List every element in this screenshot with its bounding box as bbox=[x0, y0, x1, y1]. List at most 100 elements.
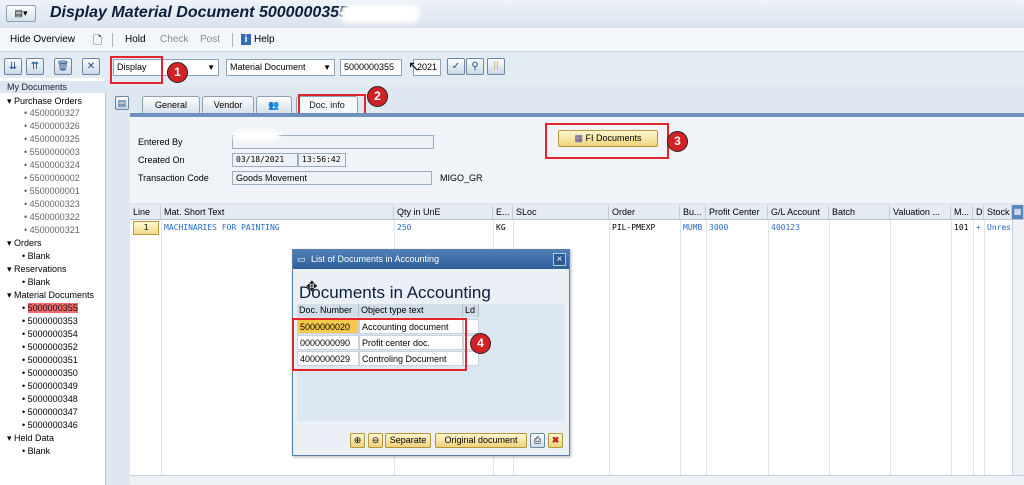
redacted-area bbox=[340, 5, 420, 23]
tree-leaf[interactable]: • 5000000354 bbox=[0, 329, 78, 339]
horizontal-scrollbar[interactable] bbox=[130, 475, 1024, 485]
document-number-input[interactable]: 5000000355 bbox=[340, 59, 402, 76]
check-button[interactable]: Check bbox=[160, 34, 188, 45]
tab-vendor[interactable]: Vendor bbox=[202, 96, 254, 113]
tree-leaf[interactable]: • 5500000003 bbox=[0, 147, 80, 157]
tree-leaf[interactable]: • 5000000346 bbox=[0, 420, 78, 430]
col-header[interactable]: E... bbox=[493, 205, 513, 220]
zoom-in-icon[interactable]: ⊕ bbox=[350, 433, 365, 448]
close-icon[interactable]: × bbox=[553, 253, 566, 266]
collapse-icon[interactable]: ⇈ bbox=[26, 58, 44, 75]
tab-general[interactable]: General bbox=[142, 96, 200, 113]
valuation-cell[interactable] bbox=[890, 220, 951, 236]
tree-leaf[interactable]: • 4500000324 bbox=[0, 160, 80, 170]
business-area-cell[interactable]: MUMB bbox=[680, 220, 706, 236]
table-settings-icon[interactable]: ▦ bbox=[1012, 205, 1024, 220]
tree-node-purchase-orders[interactable]: ▾ Purchase Orders bbox=[0, 96, 82, 107]
sloc-cell[interactable] bbox=[513, 220, 609, 236]
tree-leaf[interactable]: • 5000000350 bbox=[0, 368, 78, 378]
new-document-icon[interactable]: 🗋 bbox=[93, 32, 102, 51]
tree-leaf[interactable]: • Blank bbox=[0, 277, 50, 287]
delete-icon[interactable]: 🗑 bbox=[54, 58, 72, 75]
col-header[interactable]: Ld bbox=[463, 304, 479, 317]
col-header[interactable]: Mat. Short Text bbox=[161, 205, 394, 220]
help-icon[interactable]: i bbox=[241, 34, 251, 45]
tree-leaf[interactable]: • 4500000325 bbox=[0, 134, 80, 144]
stock-type-cell[interactable]: Unres bbox=[984, 220, 1012, 236]
col-header[interactable]: Line bbox=[130, 205, 161, 220]
movement-type-cell[interactable]: 101 bbox=[951, 220, 973, 236]
tree-leaf[interactable]: • 5000000353 bbox=[0, 316, 78, 326]
help-button[interactable]: Help bbox=[254, 34, 275, 45]
col-header[interactable]: Qty in UnE bbox=[394, 205, 493, 220]
col-header[interactable]: Bu... bbox=[680, 205, 706, 220]
tree-node-orders[interactable]: ▾ Orders bbox=[0, 238, 42, 249]
debit-credit-cell[interactable]: + bbox=[973, 220, 984, 236]
callout-box-fi-documents bbox=[545, 123, 669, 159]
documents-sidebar: My Documents ▾ Purchase Orders • 4500000… bbox=[0, 78, 106, 485]
document-type-select[interactable]: Material Document ▼ bbox=[226, 59, 335, 76]
tree-node-material-documents[interactable]: ▾ Material Documents bbox=[0, 290, 94, 301]
created-on-label: Created On bbox=[138, 155, 185, 165]
find-icon[interactable]: ⚲ bbox=[466, 58, 484, 75]
col-header[interactable]: M... bbox=[951, 205, 973, 220]
col-header[interactable]: SLoc bbox=[513, 205, 609, 220]
col-header[interactable]: Object type text bbox=[359, 304, 463, 317]
entered-by-label: Entered By bbox=[138, 137, 183, 147]
callout-number: 2 bbox=[367, 86, 388, 107]
header-toggle-icon[interactable]: ▤ bbox=[115, 96, 129, 110]
tree-leaf-selected[interactable]: • 5000000355 bbox=[0, 303, 78, 313]
execute-icon[interactable]: ✓ bbox=[447, 58, 465, 75]
tree-leaf[interactable]: • 5500000002 bbox=[0, 173, 80, 183]
col-header[interactable]: G/L Account bbox=[768, 205, 829, 220]
transaction-text-field: Goods Movement bbox=[232, 171, 432, 185]
profit-center-cell[interactable]: 3000 bbox=[706, 220, 768, 236]
original-document-button[interactable]: Original document bbox=[435, 433, 527, 448]
tree-leaf[interactable]: • 4500000323 bbox=[0, 199, 80, 209]
vertical-scrollbar[interactable] bbox=[1012, 220, 1024, 475]
col-header[interactable]: Doc. Number bbox=[297, 304, 359, 317]
col-header[interactable]: Valuation ... bbox=[890, 205, 951, 220]
sap-menu-icon[interactable]: ▤▾ bbox=[6, 5, 36, 22]
tree-leaf[interactable]: • 4500000327 bbox=[0, 108, 80, 118]
quantity-cell[interactable]: 250 bbox=[394, 220, 493, 236]
callout-box-mode bbox=[110, 56, 163, 84]
tree-leaf[interactable]: • 4500000321 bbox=[0, 225, 80, 235]
tab-partners[interactable]: 👥 bbox=[256, 96, 292, 113]
line-number-cell[interactable]: 1 bbox=[133, 221, 159, 235]
col-header[interactable]: Profit Center bbox=[706, 205, 768, 220]
order-cell[interactable]: PIL-PMEXP bbox=[609, 220, 680, 236]
col-header[interactable]: Stock bbox=[984, 205, 1012, 220]
post-button[interactable]: Post bbox=[200, 34, 220, 45]
dialog-title-bar[interactable]: ▭ List of Documents in Accounting bbox=[293, 250, 569, 269]
hide-overview-button[interactable]: Hide Overview bbox=[10, 34, 75, 45]
zoom-out-icon[interactable]: ⊖ bbox=[368, 433, 383, 448]
cancel-icon[interactable]: ✖ bbox=[548, 433, 563, 448]
tree-node-held-data[interactable]: ▾ Held Data bbox=[0, 433, 54, 444]
tree-leaf[interactable]: • 5000000349 bbox=[0, 381, 78, 391]
tree-leaf[interactable]: • Blank bbox=[0, 251, 50, 261]
col-header[interactable]: Order bbox=[609, 205, 680, 220]
expand-icon[interactable]: ⇊ bbox=[4, 58, 22, 75]
separate-button[interactable]: Separate bbox=[385, 433, 431, 448]
tree-leaf[interactable]: • 4500000326 bbox=[0, 121, 80, 131]
col-header[interactable]: D bbox=[973, 205, 984, 220]
tree-leaf[interactable]: • 5500000001 bbox=[0, 186, 80, 196]
settings-icon[interactable]: ⁞⁞ bbox=[487, 58, 505, 75]
hold-button[interactable]: Hold bbox=[125, 34, 146, 45]
tree-leaf[interactable]: • 5000000347 bbox=[0, 407, 78, 417]
gl-account-cell[interactable]: 400123 bbox=[768, 220, 829, 236]
material-text-cell[interactable]: MACHINARIES FOR PAINTING bbox=[161, 220, 394, 236]
close-overview-icon[interactable]: ✕ bbox=[82, 58, 100, 75]
col-header[interactable]: Batch bbox=[829, 205, 890, 220]
print-icon[interactable]: ⎙ bbox=[530, 433, 545, 448]
chevron-down-icon: ▼ bbox=[323, 63, 331, 72]
tree-leaf[interactable]: • 4500000322 bbox=[0, 212, 80, 222]
tree-leaf[interactable]: • 5000000352 bbox=[0, 342, 78, 352]
tree-leaf[interactable]: • Blank bbox=[0, 446, 50, 456]
unit-cell[interactable]: KG bbox=[493, 220, 513, 236]
tree-node-reservations[interactable]: ▾ Reservations bbox=[0, 264, 67, 275]
tree-leaf[interactable]: • 5000000351 bbox=[0, 355, 78, 365]
batch-cell[interactable] bbox=[829, 220, 890, 236]
tree-leaf[interactable]: • 5000000348 bbox=[0, 394, 78, 404]
